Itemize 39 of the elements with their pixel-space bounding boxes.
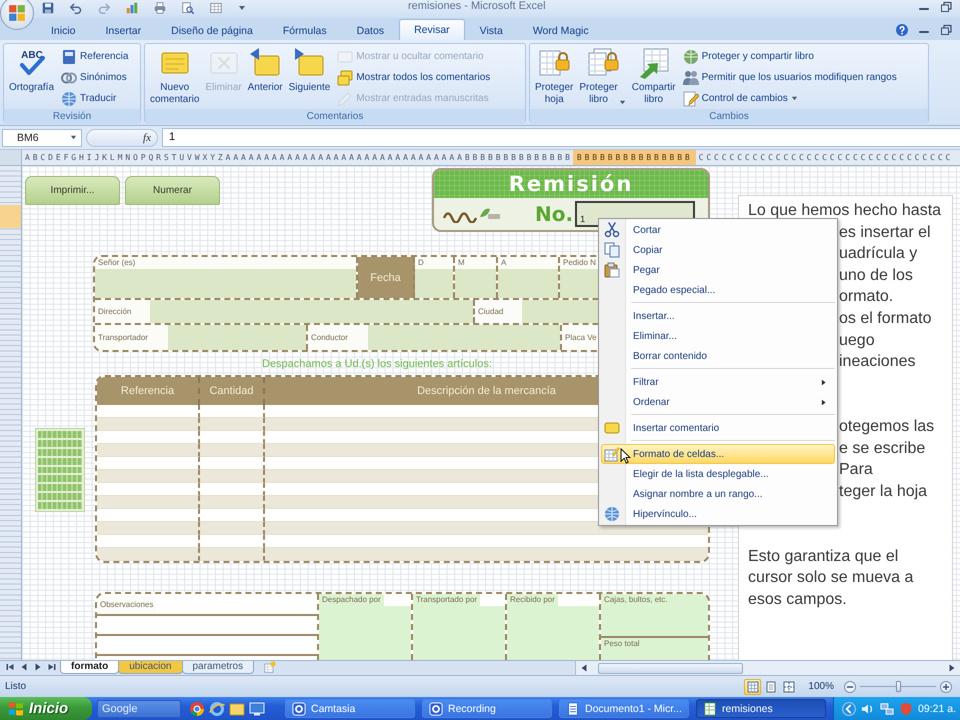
field-label: Conductor — [308, 325, 368, 350]
zoom-level-label: 100% — [808, 681, 834, 692]
field-label: Observaciones — [97, 596, 156, 616]
field-label: Transportador — [95, 325, 168, 350]
text-line: ineaciones — [839, 352, 916, 372]
field-label: A — [498, 257, 558, 269]
text-line: uadrícula y — [839, 244, 918, 264]
text-line: Para — [839, 460, 873, 480]
field-label: Dirección — [95, 300, 150, 323]
shipment-note: Despachamos a Ud.(s) los siguientes artículos: — [262, 357, 492, 371]
clock: 09:21 a. — [918, 702, 956, 714]
number-label: No. — [535, 202, 574, 226]
field-label: Ciudad — [475, 300, 522, 323]
text-line: teger la hoja — [839, 482, 928, 502]
group-label: Revisión — [4, 109, 140, 124]
text-line: Lo que hemos hecho hasta — [748, 201, 942, 221]
field-label: Señor (es) — [95, 257, 356, 269]
text-line: uego — [839, 330, 875, 351]
form-heading: Fecha — [358, 257, 415, 298]
group-label: Comentarios — [145, 109, 525, 124]
title-banner: Remisión — [434, 170, 708, 198]
field-label: M — [455, 257, 496, 269]
text-line: uno de los — [839, 266, 913, 286]
window-title: remisiones - Microsoft Excel — [408, 0, 546, 13]
group-label: Cambios — [530, 109, 928, 124]
text-line: es insertar el — [839, 222, 931, 243]
column-header: Cantidad — [200, 377, 265, 405]
field-label: Despachado por — [319, 594, 384, 606]
text-line: otegemos las — [839, 416, 934, 437]
text-line: e se escribe — [839, 438, 926, 459]
paragraph: Esto garantiza que el cursor solo se mueva a esos campos. — [748, 546, 914, 610]
text-line: os el formato — [839, 308, 932, 329]
text-line: ormato. — [839, 287, 894, 308]
field-label: Recibido por — [507, 594, 558, 606]
column-header: Referencia — [97, 377, 200, 405]
field-label: D — [415, 257, 453, 269]
status-text: Listo — [5, 681, 26, 692]
field-label: Transportado por — [413, 594, 480, 606]
field-label: Placa Ve — [562, 325, 600, 350]
